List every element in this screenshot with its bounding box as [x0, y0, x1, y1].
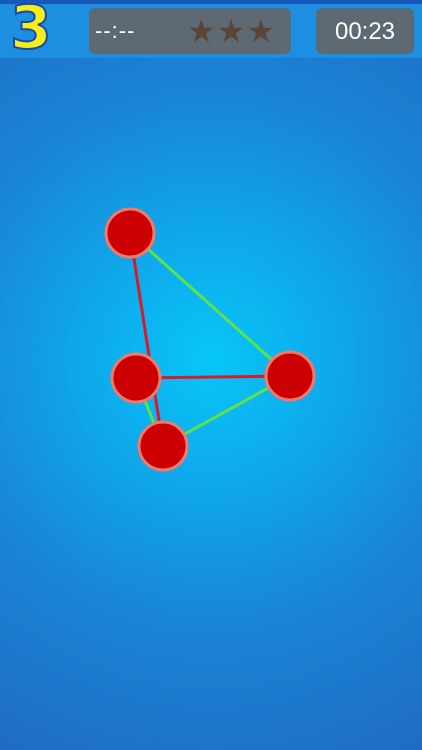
node-n2[interactable] — [110, 352, 162, 404]
node-n1[interactable] — [104, 207, 156, 259]
node-n4[interactable] — [137, 420, 189, 472]
node-n3[interactable] — [264, 350, 316, 402]
edge-n1-n4 — [128, 232, 165, 447]
edge-n1-n3 — [129, 231, 291, 378]
puzzle-board[interactable] — [0, 0, 422, 750]
